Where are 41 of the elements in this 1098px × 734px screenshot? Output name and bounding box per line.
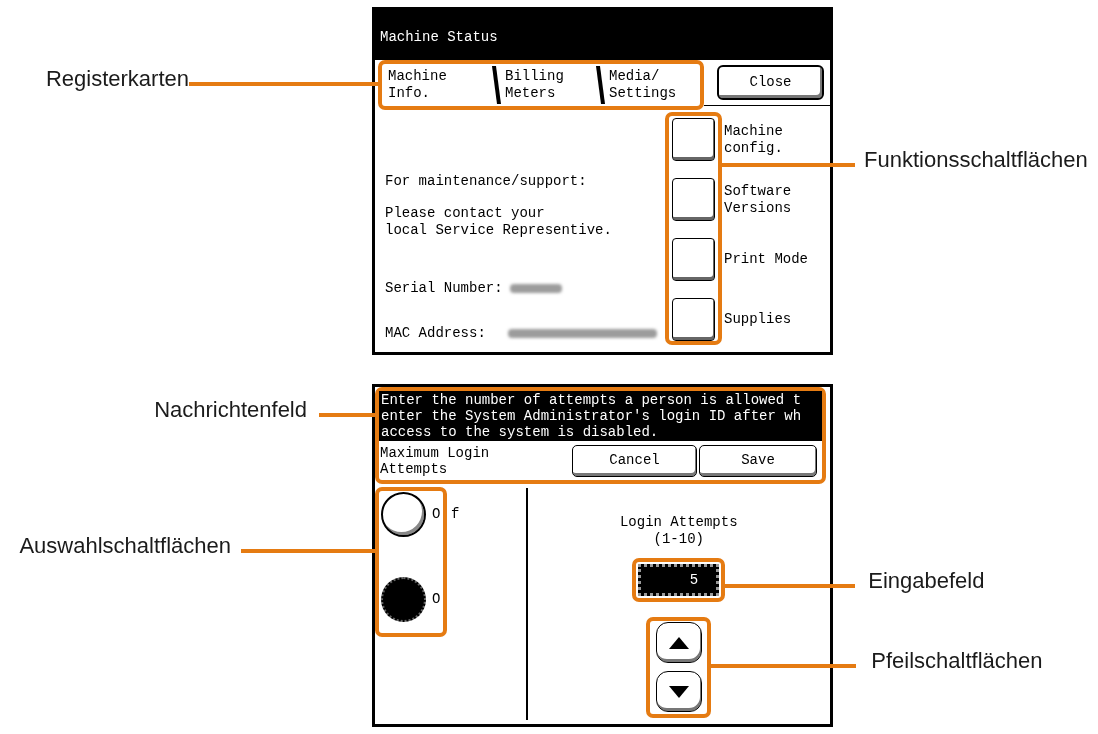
callout-label: Pfeilschaltflächen [871, 648, 1043, 674]
function-button[interactable] [672, 118, 715, 161]
function-label: Print Mode [724, 251, 808, 268]
tab[interactable]: Billing Meters [492, 64, 596, 106]
function-label: Supplies [724, 311, 792, 328]
function-button[interactable] [672, 178, 715, 221]
support-note: For maintenance/support: [385, 173, 588, 190]
field-label: Serial Number: [385, 280, 503, 297]
down-arrow-button[interactable] [655, 671, 702, 712]
callout-label: Funktionsschaltflächen [864, 147, 1088, 173]
function-button[interactable] [672, 298, 715, 341]
function-button[interactable] [672, 238, 715, 281]
triangle-down-icon [668, 685, 689, 698]
field-label: MAC Address: [385, 325, 486, 342]
callout-label: Nachrichtenfeld [154, 397, 307, 423]
callout-label: Registerkarten [45, 66, 189, 92]
radio-button[interactable] [381, 492, 426, 537]
callout-label: Eingabefeld [868, 568, 985, 594]
input-field[interactable]: 5 [638, 564, 720, 596]
cancel-button[interactable]: Cancel [572, 444, 697, 477]
tab-edge-icon [492, 66, 501, 104]
function-label: Machine config. [724, 122, 784, 157]
contact-text: Please contact your local Service Representive. [385, 205, 613, 239]
value-label: Login Attempts [619, 514, 738, 531]
screen-title: Machine Status [380, 28, 498, 46]
up-arrow-button[interactable] [655, 622, 702, 663]
function-label: Software Versions [724, 182, 793, 217]
option-label: f [451, 506, 460, 523]
setting-name: Maximum Login Attempts [379, 444, 491, 477]
option-label: O [432, 506, 441, 523]
tab[interactable]: Machine Info. [382, 64, 492, 106]
save-button[interactable]: Save [699, 444, 817, 477]
option-label: O [432, 591, 441, 608]
range-label: (1-10) [653, 531, 704, 548]
radio-button[interactable] [381, 577, 426, 622]
close-button[interactable]: Close [717, 65, 824, 100]
tab[interactable]: Media/ Settings [596, 64, 700, 106]
message-text: Enter the number of attempts a person is allowed t enter the System Administrator's login ID after wh access to the system is disabled. [381, 392, 803, 440]
callout-label: Auswahlschaltflächen [19, 533, 231, 559]
triangle-up-icon [668, 636, 689, 649]
tab-edge-icon [596, 66, 605, 104]
